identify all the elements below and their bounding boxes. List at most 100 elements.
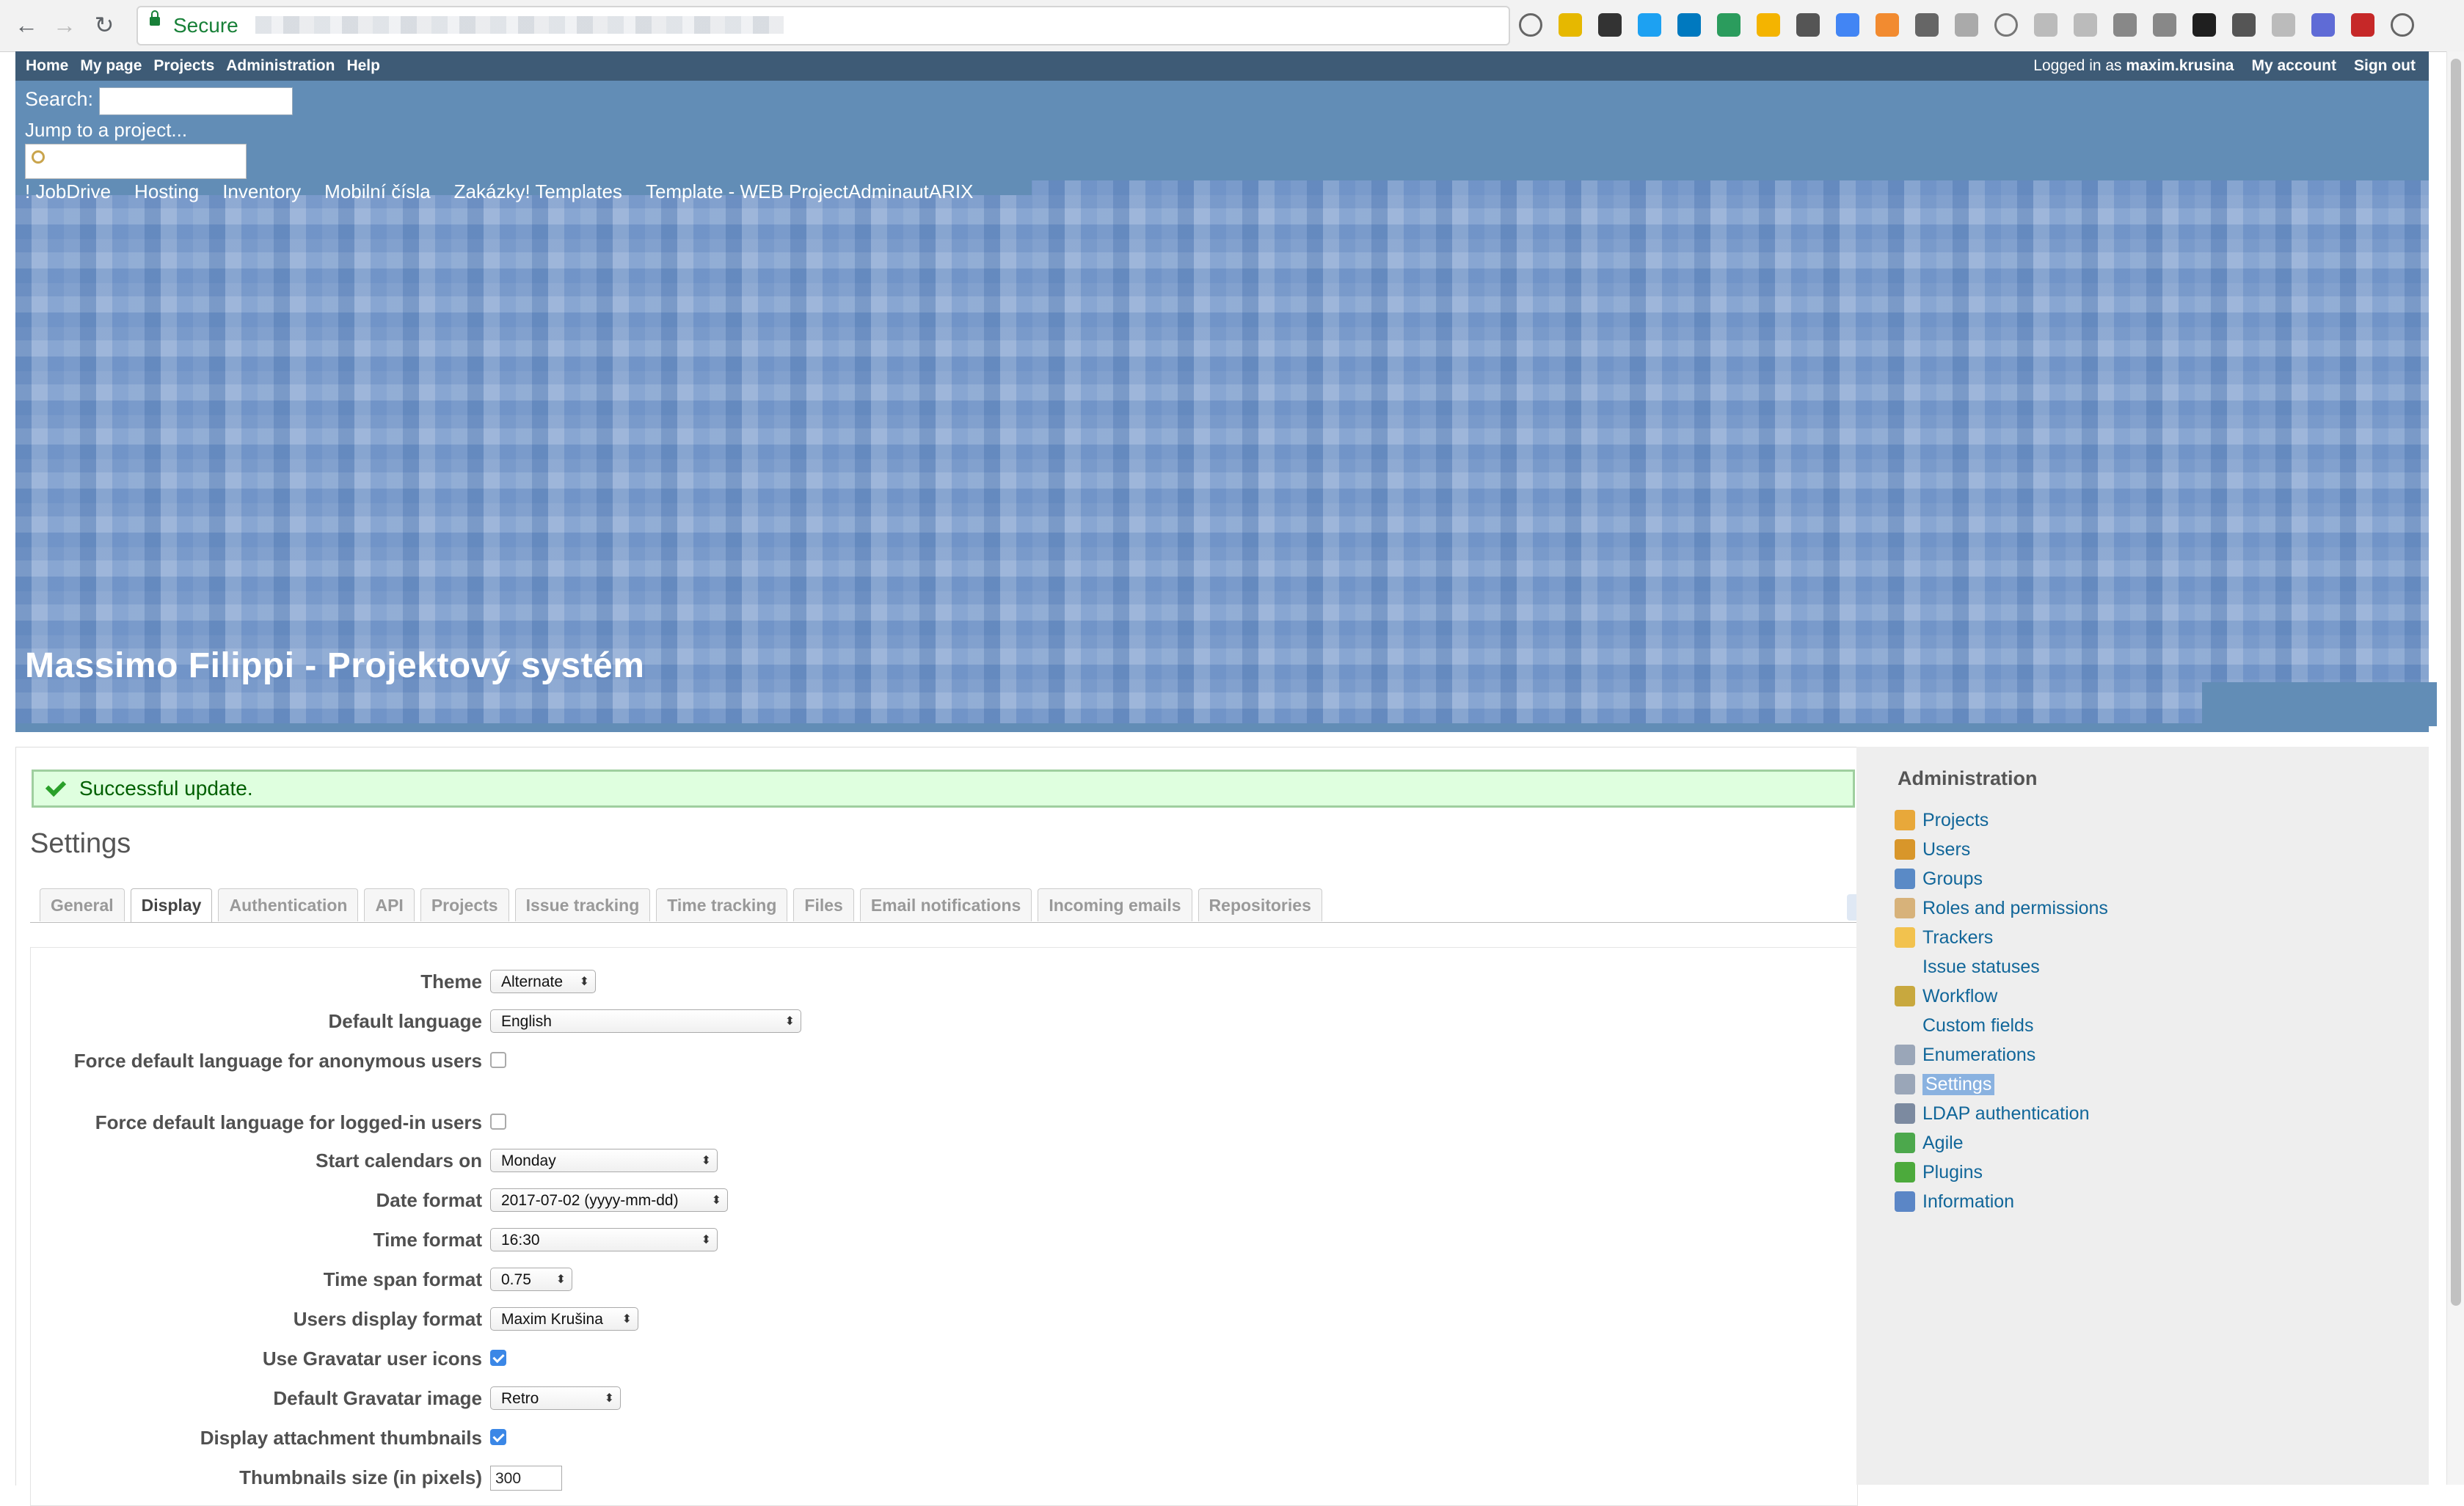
logged-user[interactable]: maxim.krusina — [2126, 57, 2234, 74]
tab-time-tracking[interactable]: Time tracking — [656, 888, 788, 921]
menu-my-page[interactable]: My page — [80, 57, 142, 75]
sidebar-item-workflow[interactable]: Workflow — [1895, 982, 2108, 1011]
project-link[interactable]: ! JobDrive — [25, 180, 111, 203]
search-input[interactable] — [99, 87, 293, 115]
menu-sign-out[interactable]: Sign out — [2354, 57, 2416, 75]
setting-label: Date format — [376, 1189, 482, 1211]
zotero-icon[interactable] — [2153, 13, 2176, 37]
reader-icon[interactable] — [1955, 13, 1978, 37]
profile-icon[interactable] — [2311, 13, 2335, 37]
sidebar-item-custom-fields[interactable]: Custom fields — [1895, 1011, 2108, 1040]
setting-select[interactable]: 0.75 ⬍ — [490, 1268, 572, 1291]
reload-icon[interactable]: ↻ — [88, 9, 120, 41]
tab-general[interactable]: General — [40, 888, 125, 921]
menu-icon[interactable] — [2391, 13, 2414, 37]
address-bar[interactable]: Secure — [136, 6, 1510, 45]
setting-checkbox[interactable] — [490, 1350, 506, 1366]
lightbulb-icon[interactable] — [2232, 13, 2256, 37]
sidebar-item-label: Workflow — [1922, 985, 1998, 1006]
project-link[interactable]: Zakázky! Templates — [454, 180, 622, 203]
sidebar-item-information[interactable]: Information — [1895, 1187, 2108, 1216]
setting-select[interactable]: Alternate ⬍ — [490, 970, 596, 993]
setting-checkbox[interactable] — [490, 1429, 506, 1445]
select-arrows-icon: ⬍ — [784, 1015, 795, 1028]
setting-select[interactable]: 16:30 ⬍ — [490, 1228, 718, 1251]
sidebar-item-trackers[interactable]: Trackers — [1895, 923, 2108, 952]
menu-projects[interactable]: Projects — [153, 57, 214, 75]
sidebar-item-roles-and-permissions[interactable]: Roles and permissions — [1895, 893, 2108, 923]
settings-tabs: General Display Authentication API Projects I… — [40, 888, 1322, 923]
cloud-icon[interactable] — [2074, 13, 2097, 37]
select-value: 16:30 — [501, 1232, 540, 1249]
flash-message: Successful update. — [79, 777, 253, 800]
setting-text-input[interactable]: 300 — [490, 1466, 562, 1491]
search-icon — [32, 150, 45, 164]
jump-label: Jump to a project... — [25, 119, 188, 141]
chat-icon[interactable] — [2034, 13, 2057, 37]
setting-select[interactable]: Monday ⬍ — [490, 1149, 718, 1172]
trello-icon[interactable] — [1677, 13, 1701, 37]
tab-api[interactable]: API — [364, 888, 415, 921]
jump-to-project-input[interactable] — [25, 144, 247, 179]
menu-home[interactable]: Home — [26, 57, 68, 75]
tab-authentication[interactable]: Authentication — [218, 888, 359, 921]
scrollbar-thumb[interactable] — [2451, 59, 2461, 1306]
sidebar-item-plugins[interactable]: Plugins — [1895, 1158, 2108, 1187]
plus-icon[interactable] — [1638, 13, 1661, 37]
key-icon — [1895, 898, 1915, 918]
info-icon[interactable] — [1519, 13, 1542, 37]
page-title: Settings — [30, 828, 131, 859]
setting-select[interactable]: 2017-07-02 (yyyy-mm-dd) ⬍ — [490, 1188, 728, 1212]
vpn-off-icon[interactable] — [1717, 13, 1741, 37]
chart-icon[interactable] — [1876, 13, 1899, 37]
sidebar-item-users[interactable]: Users — [1895, 835, 2108, 864]
sidebar-item-label: Settings — [1922, 1073, 1995, 1095]
ublock-icon[interactable] — [1559, 13, 1582, 37]
setting-label: Default Gravatar image — [273, 1387, 482, 1409]
sidebar-item-enumerations[interactable]: Enumerations — [1895, 1040, 2108, 1070]
back-icon[interactable]: ← — [10, 9, 43, 41]
select-arrows-icon: ⬍ — [604, 1392, 614, 1405]
sidebar-item-label: Users — [1922, 838, 1971, 860]
drive-icon[interactable] — [1757, 13, 1780, 37]
keep-icon[interactable] — [2193, 13, 2216, 37]
tab-display[interactable]: Display — [130, 888, 213, 923]
tab-projects[interactable]: Projects — [420, 888, 509, 921]
project-link[interactable]: Hosting — [134, 180, 199, 203]
setting-checkbox[interactable] — [490, 1114, 506, 1130]
menu-my-account[interactable]: My account — [2251, 57, 2336, 75]
sync-icon[interactable] — [1915, 13, 1939, 37]
sidebar-item-settings[interactable]: Settings — [1895, 1070, 2108, 1099]
mouse-icon[interactable] — [2351, 13, 2374, 37]
project-link[interactable]: Template - WEB ProjectAdminautARIX — [646, 180, 974, 203]
setting-select[interactable]: English ⬍ — [490, 1009, 801, 1033]
tab-email-notifications[interactable]: Email notifications — [859, 888, 1032, 921]
tab-issue-tracking[interactable]: Issue tracking — [514, 888, 651, 921]
menu-administration[interactable]: Administration — [226, 57, 335, 75]
vertical-scrollbar[interactable] — [2446, 51, 2464, 1485]
sidebar-item-projects[interactable]: Projects — [1895, 805, 2108, 835]
tab-files[interactable]: Files — [793, 888, 854, 921]
translate-icon[interactable] — [1836, 13, 1859, 37]
sidebar-item-issue-statuses[interactable]: Issue statuses — [1895, 952, 2108, 982]
pocket-icon[interactable] — [1796, 13, 1820, 37]
evernote-icon[interactable] — [1598, 13, 1622, 37]
project-link[interactable]: Mobilní čísla — [324, 180, 431, 203]
setting-select[interactable]: Retro ⬍ — [490, 1386, 621, 1410]
select-arrows-icon: ⬍ — [579, 976, 589, 988]
sidebar-item-agile[interactable]: Agile — [1895, 1128, 2108, 1158]
menu-help[interactable]: Help — [346, 57, 380, 75]
tab-repositories[interactable]: Repositories — [1198, 888, 1322, 921]
setting-checkbox[interactable] — [490, 1052, 506, 1068]
sidebar-item-groups[interactable]: Groups — [1895, 864, 2108, 893]
sidebar-item-ldap-authentication[interactable]: LDAP authentication — [1895, 1099, 2108, 1128]
tab-incoming-emails[interactable]: Incoming emails — [1038, 888, 1192, 921]
star-icon[interactable] — [1994, 13, 2018, 37]
code-icon[interactable] — [2272, 13, 2295, 37]
setting-select[interactable]: Maxim Krušina ⬍ — [490, 1307, 638, 1331]
layout-icon[interactable] — [2113, 13, 2137, 37]
project-link[interactable]: Inventory — [222, 180, 301, 203]
setting-row: Time format 16:30 ⬍ — [31, 1227, 911, 1251]
forward-icon[interactable]: → — [48, 9, 81, 41]
